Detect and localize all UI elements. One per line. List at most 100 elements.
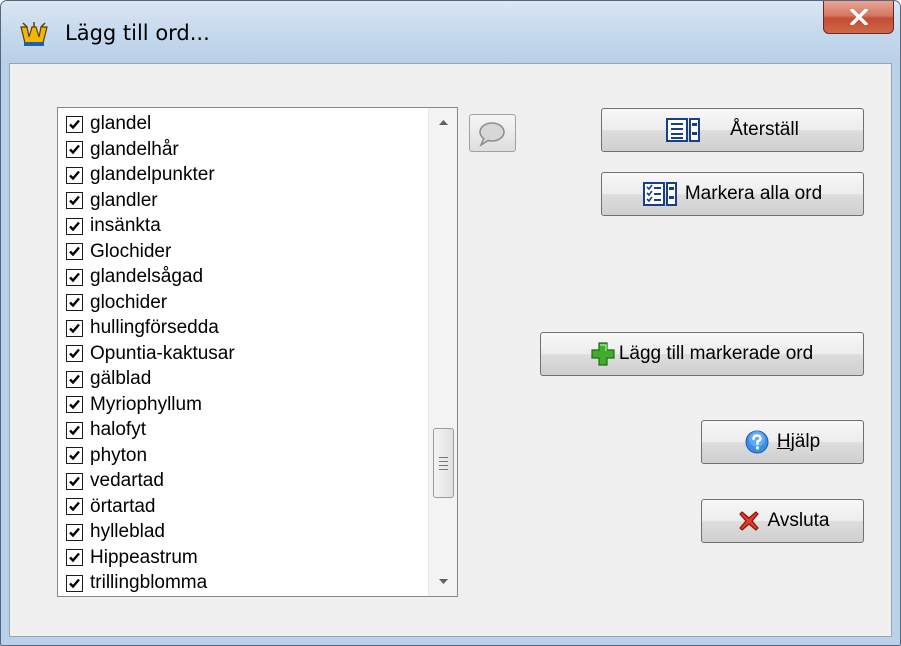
- word-list-item[interactable]: glandelpunkter: [66, 162, 215, 188]
- word-label: Opuntia-kaktusar: [90, 342, 235, 364]
- word-label: glandelpunkter: [90, 164, 215, 185]
- word-checkbox[interactable]: [66, 472, 83, 490]
- word-checkbox[interactable]: [66, 294, 83, 311]
- checkmark-icon: [69, 552, 80, 563]
- checkmark-icon: [69, 476, 80, 486]
- word-list-item[interactable]: glandelsågad: [66, 264, 203, 290]
- word-list-item[interactable]: glandelhår: [66, 137, 179, 163]
- scroll-down-button[interactable]: [429, 566, 457, 596]
- word-checkbox[interactable]: [66, 396, 83, 413]
- word-checkbox[interactable]: [66, 217, 83, 235]
- scroll-thumb[interactable]: [433, 428, 454, 498]
- checkmark-icon: [69, 399, 80, 410]
- help-label-rest: jälp: [790, 431, 821, 452]
- word-checkbox[interactable]: [66, 549, 83, 566]
- scroll-up-arrow-icon: [439, 120, 448, 125]
- word-label: glandelhår: [90, 138, 179, 160]
- select-all-label: Markera alla ord: [684, 183, 823, 204]
- word-list-item[interactable]: Hippeastrum: [66, 545, 198, 571]
- word-checkbox[interactable]: [66, 192, 83, 209]
- word-list-item[interactable]: phyton: [66, 443, 147, 469]
- word-checkbox[interactable]: [66, 574, 83, 592]
- quit-button[interactable]: Avsluta: [701, 499, 864, 543]
- word-label: hullingförsedda: [90, 317, 219, 338]
- reset-label: Återställ: [730, 119, 799, 140]
- word-label: glandler: [90, 189, 158, 211]
- word-checkbox[interactable]: [66, 141, 83, 158]
- word-list-item[interactable]: halofyt: [66, 417, 146, 443]
- comment-button[interactable]: [469, 114, 516, 152]
- add-selected-label: Lägg till markerade ord: [618, 343, 814, 364]
- word-list-item[interactable]: gälblad: [66, 366, 151, 392]
- word-checkbox[interactable]: [66, 243, 83, 260]
- word-checkbox[interactable]: [66, 421, 83, 439]
- word-label: Glochider: [90, 240, 172, 262]
- word-label: glochider: [90, 291, 168, 313]
- word-list-item[interactable]: hullingförsedda: [66, 315, 219, 341]
- word-list-item[interactable]: örtartad: [66, 494, 155, 520]
- word-checkbox[interactable]: [66, 370, 83, 388]
- checkmark-icon: [69, 246, 80, 257]
- grip-line: [439, 457, 448, 458]
- word-checkbox[interactable]: [66, 345, 83, 362]
- checkmark-icon: [69, 527, 80, 537]
- word-checklist[interactable]: glandel glandelhår glandelpunkter glandler i…: [57, 107, 458, 597]
- help-label: Hjälp: [777, 431, 820, 453]
- word-list-item[interactable]: Opuntia-kaktusar: [66, 341, 235, 367]
- word-list-item[interactable]: glandler: [66, 188, 158, 214]
- word-checkbox[interactable]: [66, 447, 83, 464]
- word-list-item[interactable]: Glochider: [66, 239, 171, 265]
- word-list-item[interactable]: vedartad: [66, 468, 164, 494]
- checkmark-icon: [69, 297, 80, 308]
- checkmark-icon: [69, 272, 80, 282]
- close-icon: [850, 9, 868, 25]
- word-checkbox[interactable]: [66, 268, 83, 286]
- help-button[interactable]: Hjälp: [701, 420, 864, 464]
- close-button[interactable]: [823, 1, 894, 34]
- scroll-up-button[interactable]: [429, 108, 457, 138]
- word-label: hylleblad: [90, 521, 165, 542]
- checkmark-icon: [69, 170, 80, 180]
- select-all-button[interactable]: Markera alla ord: [601, 172, 864, 216]
- checkmark-icon: [69, 323, 80, 333]
- window-title: Lägg till ord...: [65, 21, 210, 45]
- vertical-scrollbar[interactable]: [428, 108, 457, 596]
- word-label: vedartad: [90, 470, 164, 491]
- word-checkbox[interactable]: [66, 166, 83, 184]
- scroll-down-arrow-icon: [439, 579, 448, 584]
- dialog-window: Lägg till ord... glandel glandelhår glande…: [0, 0, 901, 646]
- word-label: halofyt: [90, 419, 146, 440]
- word-label: phyton: [90, 444, 148, 466]
- red-x-icon: [738, 511, 759, 531]
- checkmark-icon: [69, 221, 80, 231]
- word-list-item[interactable]: trillingblomma: [66, 570, 207, 596]
- word-label: trillingblomma: [90, 572, 208, 593]
- title-bar[interactable]: Lägg till ord...: [1, 1, 900, 63]
- reset-button[interactable]: Återställ: [601, 108, 864, 152]
- checkmark-icon: [69, 348, 80, 359]
- speech-bubble-icon: [479, 122, 505, 147]
- word-list-item[interactable]: Myriophyllum: [66, 392, 202, 418]
- word-label: insänkta: [90, 215, 161, 236]
- word-label: Hippeastrum: [90, 546, 198, 568]
- word-list-item[interactable]: glandel: [66, 111, 151, 137]
- grip-line: [439, 461, 448, 462]
- add-selected-button[interactable]: Lägg till markerade ord: [540, 332, 864, 376]
- checkmark-icon: [69, 450, 80, 461]
- word-checkbox[interactable]: [66, 523, 83, 541]
- app-logo-icon: [20, 22, 48, 46]
- checkmark-icon: [69, 501, 80, 512]
- word-label: glandelsågad: [90, 266, 204, 287]
- list-icon: [666, 118, 701, 142]
- word-list-item[interactable]: glochider: [66, 290, 167, 316]
- help-accesskey: H: [776, 431, 791, 452]
- word-list-item[interactable]: insänkta: [66, 213, 161, 239]
- word-checkbox[interactable]: [66, 498, 83, 515]
- grip-line: [439, 469, 448, 470]
- checkmark-icon: [69, 578, 80, 588]
- quit-label: Avsluta: [767, 510, 830, 531]
- word-list-item[interactable]: hylleblad: [66, 519, 165, 545]
- word-checkbox[interactable]: [66, 115, 83, 133]
- checkmark-icon: [69, 119, 80, 129]
- word-checkbox[interactable]: [66, 319, 83, 337]
